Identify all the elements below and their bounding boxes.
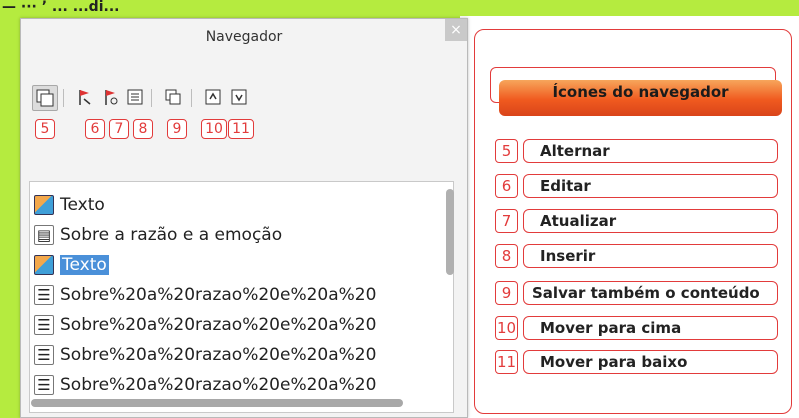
cropped-heading-fragment: — ··· ’ ... ...di... xyxy=(2,0,120,14)
legend-num-10: 10 xyxy=(495,316,518,340)
tree-item[interactable]: Texto xyxy=(34,192,105,218)
legend-item-insert: Inserir xyxy=(523,244,778,268)
move-up-icon[interactable] xyxy=(201,85,225,109)
tree-item[interactable]: ▤ Sobre a razão e a emoção xyxy=(34,222,282,248)
tree-item[interactable]: ☰ Sobre%20a%20razao%20e%20a%20 xyxy=(34,342,376,368)
save-content-icon[interactable] xyxy=(161,85,185,109)
text-icon: ☰ xyxy=(34,315,54,335)
legend-num-9: 9 xyxy=(495,281,518,305)
badge-5: 5 xyxy=(35,119,55,139)
tree-item[interactable]: ☰ Sobre%20a%20razao%20e%20a%20 xyxy=(34,312,376,338)
update-icon[interactable] xyxy=(99,85,123,109)
legend-item-save-content: Salvar também o conteúdo xyxy=(523,281,778,305)
badge-7: 7 xyxy=(109,119,129,139)
legend-item-toggle: Alternar xyxy=(523,139,778,163)
text-icon: ☰ xyxy=(34,345,54,365)
toggle-icon[interactable] xyxy=(32,85,58,111)
legend-header: Ícones do navegador xyxy=(499,80,782,116)
insert-icon[interactable] xyxy=(123,85,147,109)
image-icon xyxy=(34,195,54,215)
tree-item-selected[interactable]: Texto xyxy=(34,252,109,278)
legend-num-11: 11 xyxy=(495,350,518,374)
horizontal-scrollbar[interactable] xyxy=(31,399,403,407)
legend-item-move-up: Mover para cima xyxy=(523,316,778,340)
document-icon: ▤ xyxy=(34,225,54,245)
navigator-tree[interactable]: Texto ▤ Sobre a razão e a emoção Texto ☰… xyxy=(29,181,454,413)
tree-item[interactable]: ☰ Sobre%20a%20razao%20e%20a%20 xyxy=(34,372,376,398)
legend-item-move-down: Mover para baixo xyxy=(523,350,778,374)
edit-icon[interactable] xyxy=(73,85,97,109)
badge-6: 6 xyxy=(85,119,105,139)
navigator-window: Navegador × 5 6 7 8 9 10 11 Texto ▤ Sobr… xyxy=(20,18,468,418)
text-icon: ☰ xyxy=(34,285,54,305)
legend-title: Ícones do navegador xyxy=(552,83,729,101)
tree-item[interactable]: ☰ Sobre%20a%20razao%20e%20a%20 xyxy=(34,282,376,308)
navigator-title: Navegador xyxy=(205,29,283,45)
highlight-top-strip xyxy=(0,0,799,16)
image-icon xyxy=(34,255,54,275)
text-icon: ☰ xyxy=(34,375,54,395)
legend-item-update: Atualizar xyxy=(523,209,778,233)
legend-num-6: 6 xyxy=(495,174,518,198)
legend-num-5: 5 xyxy=(495,139,518,163)
badge-8: 8 xyxy=(133,119,153,139)
vertical-scrollbar[interactable] xyxy=(446,189,454,275)
close-icon[interactable]: × xyxy=(445,19,467,41)
legend-num-8: 8 xyxy=(495,244,518,268)
badge-11: 11 xyxy=(228,119,254,139)
legend-item-edit: Editar xyxy=(523,174,778,198)
badge-9: 9 xyxy=(167,119,187,139)
legend-num-7: 7 xyxy=(495,209,518,233)
move-down-icon[interactable] xyxy=(227,85,251,109)
badge-10: 10 xyxy=(201,119,227,139)
